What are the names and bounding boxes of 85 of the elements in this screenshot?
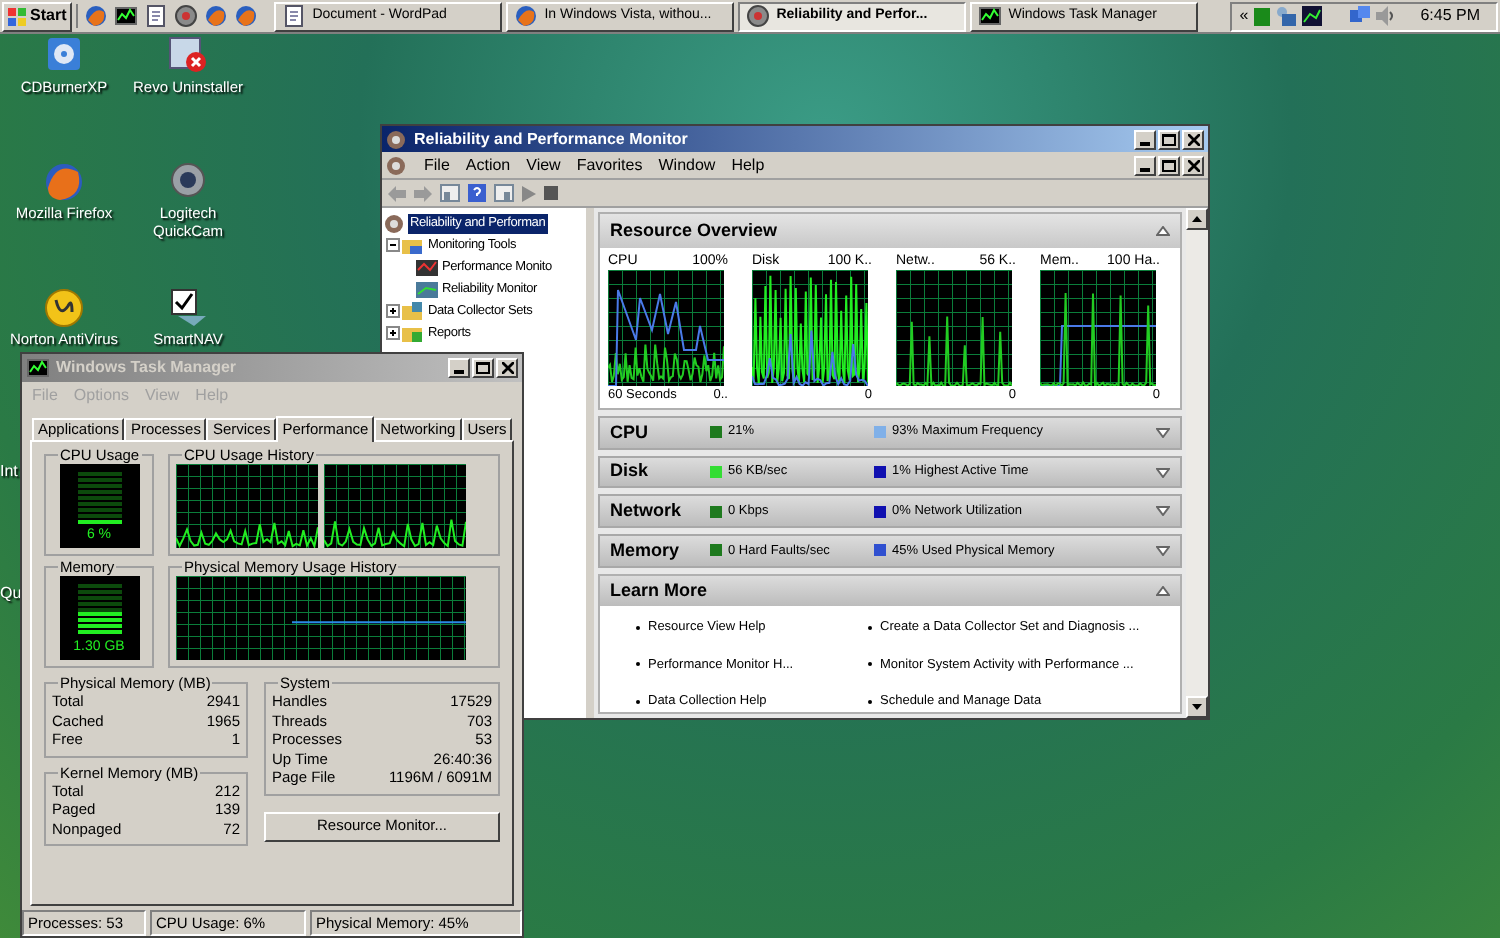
expand-caret-icon[interactable]	[1156, 427, 1170, 438]
tree-node-icon	[402, 323, 424, 343]
scroll-up-icon[interactable]	[1192, 216, 1202, 222]
expand-icon[interactable]	[386, 326, 400, 340]
maximize-button[interactable]	[1158, 129, 1180, 149]
menu-item[interactable]: Action	[465, 153, 511, 177]
activity-graph	[896, 270, 1012, 386]
close-icon	[1187, 159, 1199, 171]
menu-item[interactable]: File	[424, 153, 450, 177]
menu-item[interactable]: View	[526, 153, 561, 177]
tree-node-icon	[386, 155, 408, 175]
menu-item[interactable]: Favorites	[576, 153, 643, 177]
window-icon	[26, 356, 50, 380]
display-icon[interactable]	[1350, 6, 1371, 26]
app-icon	[84, 4, 109, 28]
quick-launch-icon[interactable]	[174, 4, 199, 28]
menu-item[interactable]: Help	[731, 153, 765, 177]
close-button[interactable]	[1182, 155, 1204, 175]
activity-graph	[1040, 270, 1156, 386]
menu-item[interactable]: Window	[658, 153, 716, 177]
window-icon	[514, 4, 539, 28]
app-icon	[204, 4, 229, 28]
quick-launch-icon[interactable]	[114, 4, 139, 28]
volume-icon[interactable]	[1376, 6, 1395, 26]
maximize-icon	[476, 362, 490, 374]
window-icon	[978, 4, 1003, 28]
tree-node-icon	[402, 301, 424, 321]
expand-caret-icon[interactable]	[1156, 506, 1170, 517]
pane-icon[interactable]	[440, 184, 460, 202]
close-button[interactable]	[496, 358, 518, 378]
collapse-icon[interactable]	[386, 238, 400, 252]
window-title: Reliability and Performance Monitor	[414, 127, 690, 151]
section-title: Learn More	[610, 577, 708, 603]
tree-node-icon	[386, 129, 408, 149]
app-icon	[144, 4, 169, 28]
resource-name: Disk	[610, 458, 651, 485]
app-icon	[114, 4, 139, 28]
program-icon	[166, 34, 210, 78]
expand-caret-icon[interactable]	[1156, 545, 1170, 556]
close-icon	[1187, 133, 1199, 145]
maximize-icon	[1162, 159, 1176, 171]
help-icon[interactable]	[468, 184, 486, 202]
tray-expand[interactable]: «	[1239, 6, 1249, 26]
expand-icon[interactable]	[386, 304, 400, 318]
maximize-button[interactable]	[1158, 155, 1180, 175]
tree-node-icon	[416, 257, 438, 277]
windows-logo-icon	[8, 7, 26, 25]
activity-graph	[752, 270, 868, 386]
collapse-caret-icon[interactable]	[1156, 585, 1170, 596]
expand-caret-icon[interactable]	[1156, 467, 1170, 478]
icon-label: Qu	[0, 584, 22, 602]
clock: 6:45 PM	[1420, 4, 1480, 28]
network-icon[interactable]	[1276, 6, 1297, 26]
resource-name: Memory	[610, 537, 682, 564]
cpu-history-graph	[324, 464, 466, 548]
section-title: Resource Overview	[610, 217, 778, 244]
close-icon	[501, 362, 513, 374]
minimize-button[interactable]	[448, 358, 470, 378]
tree-node-icon	[402, 235, 424, 255]
quick-launch-icon[interactable]	[144, 4, 169, 28]
window-title: Windows Task Manager	[56, 356, 239, 380]
activity-graph	[608, 270, 724, 386]
start-button[interactable]: Start	[2, 1, 73, 31]
maximize-button[interactable]	[472, 358, 494, 378]
close-button[interactable]	[1182, 129, 1204, 149]
resource-name: CPU	[610, 419, 651, 446]
tree-node-icon	[416, 279, 438, 299]
pane-icon[interactable]	[494, 184, 514, 202]
minimize-button[interactable]	[1134, 129, 1156, 149]
resource-name: Network	[610, 497, 684, 524]
program-icon	[166, 286, 210, 330]
icon-label: Int	[0, 462, 20, 480]
collapse-caret-icon[interactable]	[1156, 226, 1170, 236]
monitor-icon[interactable]	[1302, 6, 1323, 26]
minimize-button[interactable]	[1134, 155, 1156, 175]
window-icon	[282, 4, 307, 28]
cpu-history-graph	[176, 464, 318, 548]
program-icon	[42, 160, 86, 204]
maximize-icon	[1162, 133, 1176, 145]
program-icon	[42, 286, 86, 330]
scroll-down-icon[interactable]	[1192, 704, 1202, 710]
tree-node-icon	[384, 213, 406, 233]
scrollbar[interactable]	[1186, 208, 1208, 718]
tray-status-icon[interactable]	[1254, 7, 1271, 25]
app-icon	[234, 4, 259, 28]
